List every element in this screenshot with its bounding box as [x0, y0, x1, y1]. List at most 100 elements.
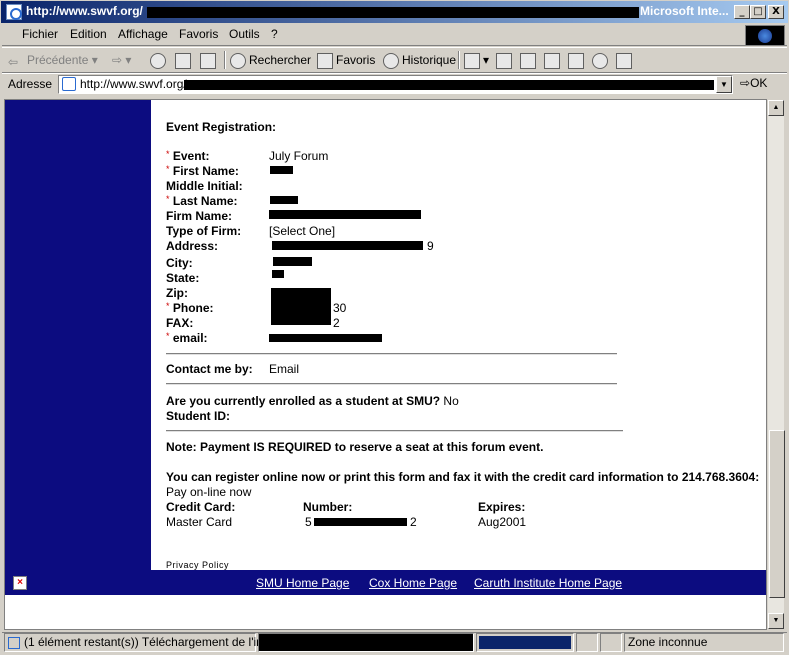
progress-bar [476, 633, 574, 652]
student-row: Are you currently enrolled as a student … [166, 394, 459, 408]
card-number-label: Number: [303, 500, 353, 514]
page-viewport: Event Registration: * Event: July Forum … [4, 99, 767, 630]
refresh-icon [175, 52, 191, 69]
stop-button[interactable] [150, 51, 169, 69]
card-number-suffix: 2 [410, 515, 417, 529]
address-redaction [184, 80, 714, 90]
back-button[interactable]: ⇦ Précédente ▾ [8, 51, 98, 69]
minimize-button[interactable]: _ [734, 5, 750, 19]
city-label: City: [166, 256, 193, 270]
edit-icon [520, 52, 536, 69]
first-name-label: First Name: [172, 164, 239, 178]
menu-help[interactable]: ? [271, 27, 278, 41]
print-button[interactable] [496, 51, 515, 69]
address-url[interactable]: http://www.swvf.org/ [80, 77, 187, 91]
required-mark: * [166, 194, 170, 204]
home-icon [200, 52, 216, 69]
menu-outils[interactable]: Outils [229, 27, 260, 41]
middle-initial-label: Middle Initial: [166, 179, 243, 193]
card-number-redaction [314, 518, 407, 526]
privacy-policy-link[interactable]: Privacy Policy [166, 560, 229, 570]
menu-edition[interactable]: Edition [70, 27, 107, 41]
caruth-home-link[interactable]: Caruth Institute Home Page [474, 576, 622, 590]
print-icon [496, 52, 512, 69]
contact-value: Email [269, 362, 300, 376]
fax-label: FAX: [166, 316, 194, 330]
phone-suffix: 30 [333, 301, 347, 315]
firm-name-redaction [269, 210, 421, 219]
required-mark: * [166, 149, 170, 159]
back-label: Précédente [27, 53, 89, 67]
ie-icon[interactable] [6, 4, 22, 20]
discuss-icon [544, 52, 560, 69]
address-dropdown-button[interactable]: ▼ [716, 76, 732, 93]
divider [166, 353, 617, 355]
credit-card-label: Credit Card: [166, 500, 236, 514]
last-name-redaction [270, 196, 298, 204]
first-name-redaction [270, 166, 293, 174]
window-title-url: http://www.swvf.org/ [26, 4, 143, 18]
email-redaction [269, 334, 382, 342]
required-mark: * [166, 331, 170, 341]
status-text-panel: (1 élément restant(s)) Téléchargement de… [4, 633, 286, 652]
history-button[interactable]: Historique [383, 51, 456, 69]
register-instructions: You can register online now or print thi… [166, 470, 760, 484]
research-icon [616, 52, 632, 69]
status-redaction [258, 633, 474, 652]
address-label: Adresse [8, 77, 53, 91]
menu-affichage[interactable]: Affichage [118, 27, 168, 41]
close-button[interactable]: X [768, 5, 784, 19]
card-expires-value: Aug2001 [478, 515, 527, 529]
card-number-prefix: 5 [305, 515, 312, 529]
email-label: email: [172, 331, 208, 345]
stop-icon [150, 52, 166, 69]
divider [166, 430, 623, 432]
maximize-button[interactable]: □ [750, 5, 766, 19]
messenger-button[interactable] [592, 51, 611, 69]
scroll-down-button[interactable]: ▼ [768, 613, 784, 629]
form-heading: Event Registration: [166, 120, 277, 134]
window-title-app: Microsoft Inte... [640, 4, 729, 18]
contact-label: Contact me by: [166, 362, 253, 376]
student-question: Are you currently enrolled as a student … [166, 394, 441, 408]
cube-button[interactable] [568, 51, 587, 69]
cube-icon [568, 52, 584, 69]
first-name-row: * First Name: [166, 164, 239, 178]
scroll-thumb[interactable] [769, 430, 785, 598]
menu-favoris[interactable]: Favoris [179, 27, 218, 41]
forward-button[interactable]: ⇨ ▾ [112, 51, 131, 69]
email-row: * email: [166, 331, 208, 345]
scroll-up-button[interactable]: ▲ [768, 100, 784, 116]
smu-home-link[interactable]: SMU Home Page [256, 576, 349, 590]
city-redaction [273, 257, 312, 266]
research-button[interactable] [616, 51, 635, 69]
user-icon [592, 52, 608, 69]
status-panel-blank [600, 633, 622, 652]
state-redaction [272, 270, 284, 278]
address-redaction [272, 241, 423, 250]
phone-label: Phone: [172, 301, 214, 315]
student-answer: No [443, 394, 459, 408]
refresh-button[interactable] [175, 51, 194, 69]
mail-button[interactable]: ▾ [464, 51, 489, 69]
cox-home-link[interactable]: Cox Home Page [369, 576, 457, 590]
student-id-label: Student ID: [166, 409, 230, 423]
required-mark: * [166, 164, 170, 174]
payment-note: Note: Payment IS REQUIRED to reserve a s… [166, 440, 544, 454]
discuss-button[interactable] [544, 51, 563, 69]
search-button[interactable]: Rechercher [230, 51, 311, 69]
home-button[interactable] [200, 51, 219, 69]
go-button[interactable]: ⇨OK [740, 76, 767, 90]
menu-fichier[interactable]: Fichier [22, 27, 58, 41]
zip-label: Zip: [166, 286, 188, 300]
edit-button[interactable] [520, 51, 539, 69]
zone-panel: Zone inconnue [624, 633, 784, 652]
toolbar-separator [224, 51, 226, 69]
back-arrow-icon: ⇦ [8, 54, 19, 69]
address-field-label: Address: [166, 239, 219, 253]
go-arrow-icon: ⇨ [740, 76, 751, 90]
vertical-scrollbar[interactable]: ▲ ▼ [767, 99, 785, 630]
card-type-value: Master Card [166, 515, 233, 529]
event-label: Event: [172, 149, 210, 163]
favorites-button[interactable]: Favoris [317, 51, 375, 69]
